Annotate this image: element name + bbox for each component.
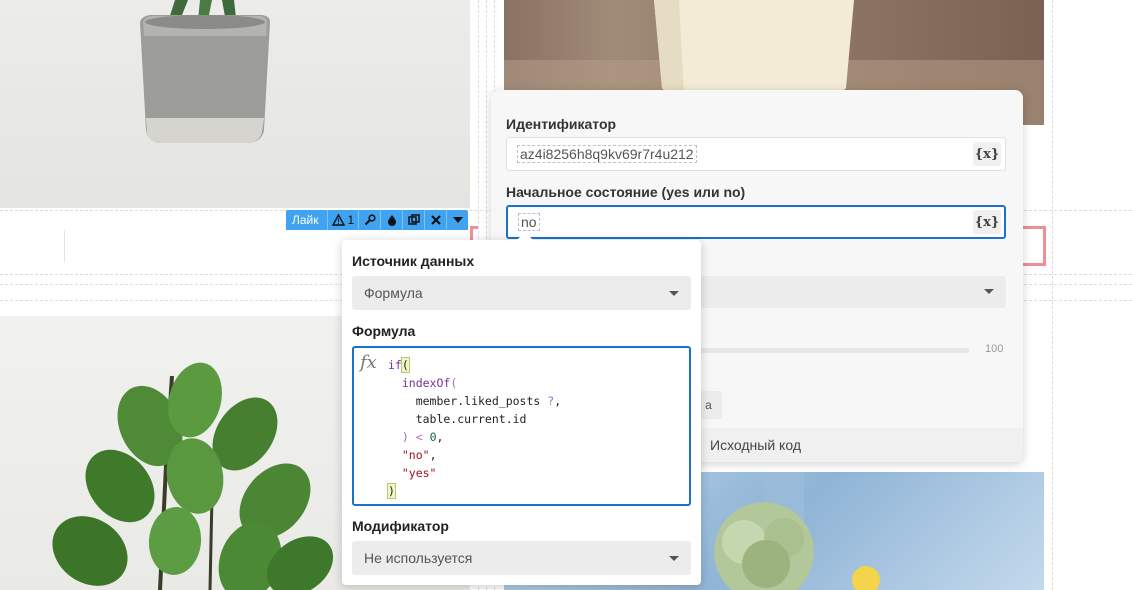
formula-token: 0 <box>429 430 437 444</box>
id-input[interactable]: az4i8256h8q9kv69r7r4u212 {x} <box>506 137 1006 171</box>
settings-button[interactable] <box>358 210 380 230</box>
chevron-down-icon <box>669 291 679 296</box>
element-toolbar: Лайк 1 <box>286 210 469 230</box>
slider-max: 100 <box>985 343 1004 355</box>
formula-token: , <box>554 394 562 408</box>
initial-state-label: Начальное состояние (yes или no) <box>506 184 746 200</box>
formula-code[interactable]: if( indexOf( member.liked_posts ?, table… <box>387 356 561 500</box>
copy-icon <box>407 214 420 225</box>
more-button[interactable] <box>446 210 468 230</box>
close-icon <box>430 215 441 225</box>
formula-token: "yes" <box>401 466 437 480</box>
wrench-icon <box>364 214 376 226</box>
duplicate-button[interactable] <box>402 210 424 230</box>
formula-token <box>388 466 402 480</box>
formula-token: member.liked_posts <box>388 394 548 408</box>
variable-icon: {x} <box>974 146 1000 162</box>
post-image-pot-plant[interactable] <box>0 0 470 208</box>
formula-line: table.current.id <box>388 410 561 428</box>
popup-arrow <box>517 232 533 240</box>
formula-token: , <box>429 448 437 462</box>
formula-token: table.current.id <box>388 412 527 426</box>
id-label: Идентификатор <box>506 116 617 132</box>
modifier-select[interactable]: Не используется <box>352 541 691 575</box>
formula-token: if <box>388 358 402 372</box>
drop-icon <box>387 215 396 226</box>
initial-state-input[interactable]: no {x} <box>506 205 1006 239</box>
formula-token: , <box>436 430 444 444</box>
warning-icon <box>331 214 345 226</box>
variable-icon: {x} <box>974 214 1000 230</box>
formula-token: ( <box>400 357 410 373</box>
warning-count: 1 <box>347 213 355 227</box>
variable-button[interactable]: {x} <box>973 210 1001 234</box>
formula-token: "no" <box>401 448 430 462</box>
formula-token <box>388 376 402 390</box>
formula-line: indexOf( <box>388 374 561 392</box>
data-source-value: Формула <box>364 285 423 301</box>
formula-line: "no", <box>388 446 561 464</box>
formula-token: indexOf <box>401 376 451 390</box>
hidden-select[interactable] <box>695 276 1006 308</box>
style-button[interactable] <box>380 210 402 230</box>
formula-line: "yes" <box>388 464 561 482</box>
formula-token <box>388 430 402 444</box>
data-source-popup: Источник данных Формула Формула fx if( i… <box>342 232 701 585</box>
formula-token <box>423 430 430 444</box>
guide-line <box>1052 0 1053 590</box>
modifier-value: Не используется <box>364 550 473 566</box>
formula-line: member.liked_posts ?, <box>388 392 561 410</box>
chevron-down-icon <box>669 556 679 561</box>
id-value: az4i8256h8q9kv69r7r4u212 <box>517 145 697 163</box>
delete-button[interactable] <box>424 210 446 230</box>
formula-token <box>388 448 402 462</box>
formula-token <box>409 430 416 444</box>
editor-canvas: Лайк 1 Идентификатор az4i8256h8q9kv69r7r… <box>0 0 1132 590</box>
source-code-link[interactable]: Исходный код <box>710 437 801 453</box>
formula-line: if( <box>388 356 561 374</box>
warning-button[interactable]: 1 <box>326 210 359 230</box>
divider <box>64 230 65 262</box>
formula-label: Формула <box>352 323 416 339</box>
chevron-down-icon <box>452 217 463 223</box>
formula-editor[interactable]: fx if( indexOf( member.liked_posts ?, ta… <box>352 346 691 506</box>
function-icon: fx <box>360 352 377 373</box>
data-source-label: Источник данных <box>352 253 475 269</box>
initial-state-value: no <box>518 213 540 231</box>
slider-track[interactable] <box>695 348 969 353</box>
selection-highlight <box>1022 226 1046 266</box>
formula-token: ) <box>401 430 409 444</box>
formula-token: ( <box>450 376 458 390</box>
formula-line: ) <box>387 482 561 500</box>
modifier-label: Модификатор <box>352 518 449 534</box>
formula-token: < <box>415 430 423 444</box>
chevron-down-icon <box>984 289 994 294</box>
element-name[interactable]: Лайк <box>292 213 327 227</box>
variable-button[interactable]: {x} <box>973 142 1001 166</box>
formula-token: ) <box>387 483 396 499</box>
data-source-select[interactable]: Формула <box>352 276 691 310</box>
pot-plant-illustration <box>140 0 270 143</box>
formula-line: ) < 0, <box>388 428 561 446</box>
